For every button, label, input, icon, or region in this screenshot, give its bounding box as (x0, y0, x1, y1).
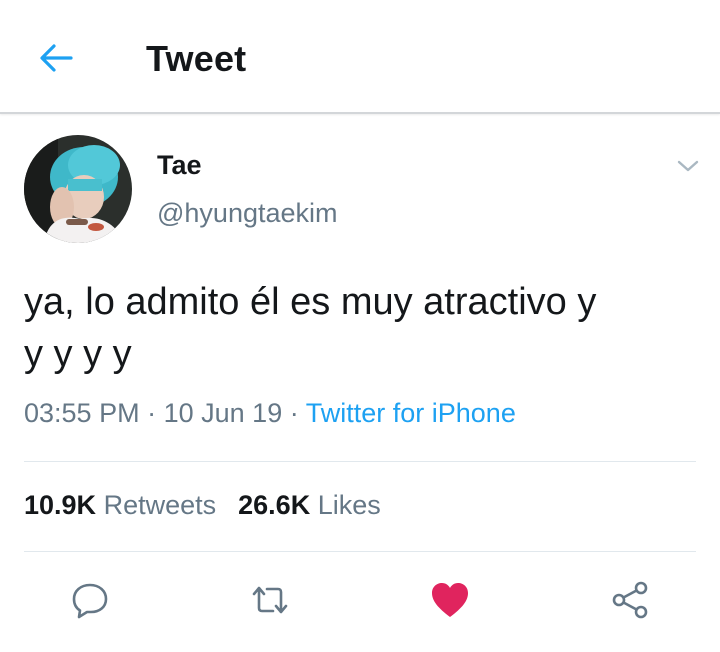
author-name[interactable]: Tae (157, 150, 202, 181)
tweet-source-link[interactable]: Twitter for iPhone (306, 398, 516, 428)
tweet-text-line: y y y y (24, 333, 132, 375)
separator: · (147, 398, 157, 428)
likes-count: 26.6K (238, 490, 311, 520)
retweets-label: Retweets (103, 490, 217, 520)
avatar[interactable] (24, 135, 132, 243)
profile-photo (24, 135, 132, 243)
reply-icon (72, 583, 108, 619)
arrow-left-icon (40, 44, 73, 72)
retweets-count: 10.9K (24, 490, 97, 520)
tweet-text: ya, lo admito él es muy atractivo y y y … (24, 276, 704, 380)
tweet-time: 03:55 PM (24, 398, 140, 428)
share-icon (612, 581, 648, 619)
back-button[interactable] (34, 36, 78, 80)
likes-label: Likes (317, 490, 381, 520)
top-bar: Tweet (0, 0, 720, 114)
share-button[interactable] (604, 574, 656, 626)
reply-button[interactable] (64, 574, 116, 626)
retweets-stat[interactable]: 10.9K Retweets (24, 490, 216, 520)
page-title: Tweet (146, 38, 247, 79)
engagement-stats: 10.9K Retweets 26.6K Likes (24, 490, 381, 521)
tweet-detail-screen: Tweet Tae @hyungtaekim ya, lo admito él … (0, 0, 720, 652)
tweet-date: 10 Jun 19 (163, 398, 283, 428)
tweet-metadata: 03:55 PM · 10 Jun 19 · Twitter for iPhon… (24, 398, 516, 429)
tweet-text-line: ya, lo admito él es muy atractivo y (24, 281, 597, 323)
divider (24, 461, 696, 462)
separator: · (289, 398, 299, 428)
retweet-icon (252, 586, 288, 614)
divider (24, 551, 696, 552)
author-handle[interactable]: @hyungtaekim (157, 198, 338, 229)
action-bar (0, 574, 720, 626)
like-button[interactable] (424, 574, 476, 626)
likes-stat[interactable]: 26.6K Likes (238, 490, 381, 520)
chevron-down-icon (677, 160, 699, 172)
retweet-button[interactable] (244, 574, 296, 626)
heart-icon (432, 583, 468, 617)
tweet-menu-button[interactable] (674, 152, 702, 180)
